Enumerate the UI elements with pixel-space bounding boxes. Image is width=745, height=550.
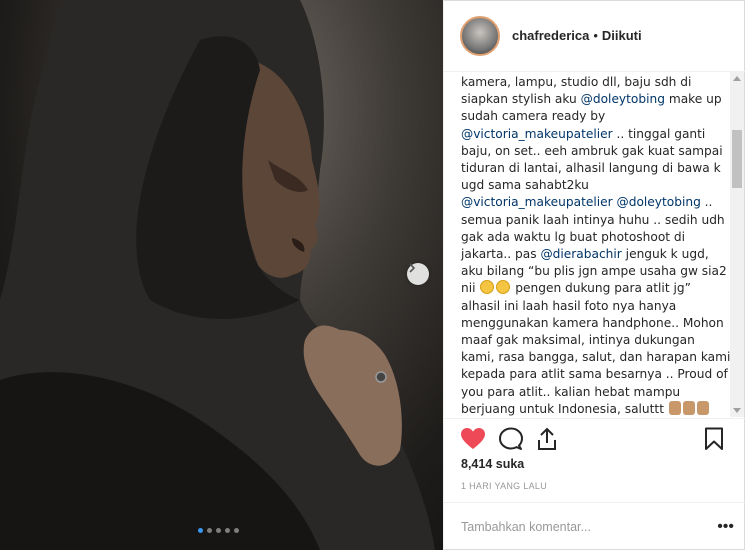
thumbs-up-icon [696, 400, 709, 415]
carousel-dot [234, 528, 239, 533]
save-button[interactable] [704, 427, 724, 456]
caption-text-run: pengen dukung para atlit jg” alhasil ini… [461, 281, 731, 416]
photo-illustration [0, 0, 435, 550]
post-timestamp[interactable]: 1 HARI YANG LALU [461, 481, 547, 491]
post-header: chafrederica • Diikuti [444, 0, 745, 72]
carousel-next-button[interactable] [407, 263, 429, 285]
caption-text-run [710, 402, 714, 416]
comment-input[interactable] [461, 519, 718, 534]
follow-status-button[interactable]: Diikuti [602, 28, 642, 43]
scroll-up-arrow[interactable] [733, 76, 741, 81]
username-link[interactable]: chafrederica [512, 28, 589, 43]
share-icon [538, 427, 556, 450]
comment-icon [499, 427, 523, 450]
carousel-indicator [198, 528, 239, 533]
thumbs-up-icon [668, 400, 681, 415]
heart-icon [461, 428, 485, 449]
scroll-down-arrow[interactable] [733, 408, 741, 413]
scrollbar-thumb[interactable] [732, 130, 742, 188]
comment-form: ••• [444, 502, 745, 550]
post-detail-panel: chafrederica • Diikuti kamera, lampu, st… [443, 0, 745, 550]
caption-scrollbar[interactable] [730, 72, 744, 417]
post-photo[interactable] [0, 0, 443, 550]
comment-button[interactable] [498, 427, 524, 456]
carousel-dot [225, 528, 230, 533]
caption-text: kamera, lampu, studio dll, baju sdh di s… [461, 74, 731, 417]
crying-face-icon [480, 280, 495, 295]
mention-link[interactable]: @victoria_makeupatelier [461, 195, 613, 209]
carousel-dot [207, 528, 212, 533]
like-button[interactable] [460, 427, 486, 456]
avatar[interactable] [460, 15, 500, 56]
caption-container[interactable]: kamera, lampu, studio dll, baju sdh di s… [444, 72, 745, 417]
share-button[interactable] [537, 427, 557, 456]
more-options-button[interactable]: ••• [717, 518, 734, 536]
carousel-dot [198, 528, 203, 533]
crying-face-icon [496, 280, 511, 295]
carousel-dot [216, 528, 221, 533]
mention-link[interactable]: @victoria_makeupatelier [461, 127, 613, 141]
action-bar [444, 418, 745, 458]
mention-link[interactable]: @doleytobing [617, 195, 701, 209]
thumbs-up-icon [682, 400, 695, 415]
mention-link[interactable]: @doleytobing [581, 92, 665, 106]
header-separator: • [593, 28, 598, 43]
chevron-right-icon [409, 263, 416, 273]
likes-count[interactable]: 8,414 suka [461, 457, 524, 471]
bookmark-icon [705, 427, 723, 450]
mention-link[interactable]: @dierabachir [540, 247, 621, 261]
